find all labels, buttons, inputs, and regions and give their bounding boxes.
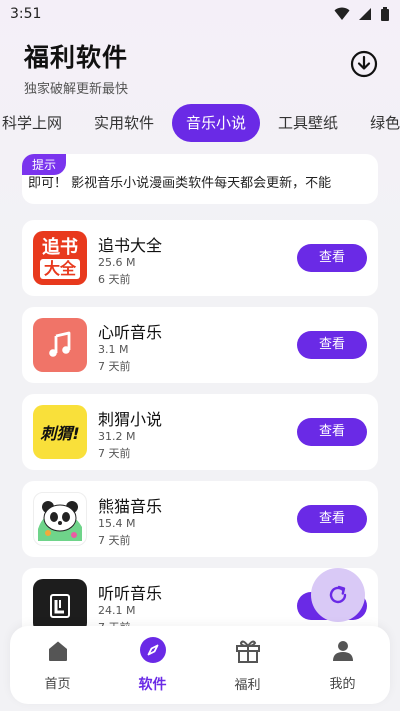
download-button[interactable]	[348, 48, 380, 80]
view-button[interactable]: 查看	[297, 418, 367, 446]
bottom-navigation: 首页 软件 福利 我的	[10, 626, 390, 704]
app-updated-time: 7 天前	[98, 534, 131, 547]
tingting-app-icon	[33, 579, 87, 633]
notice-text: 即可！ 影视音乐小说漫画类软件每天都会更新，不能	[28, 176, 332, 191]
tab-green-games[interactable]: 绿色游戏	[356, 104, 400, 142]
status-icons	[334, 6, 390, 22]
panda-app-icon	[33, 492, 87, 546]
nav-label: 首页	[44, 676, 71, 692]
notice-banner: 提示 即可！ 影视音乐小说漫画类软件每天都会更新，不能	[22, 154, 378, 204]
wifi-icon	[334, 7, 350, 20]
tab-science-internet[interactable]: 科学上网	[0, 104, 76, 142]
view-button[interactable]: 查看	[297, 331, 367, 359]
app-size: 31.2 M	[98, 430, 136, 443]
nav-label: 我的	[329, 676, 356, 692]
battery-icon	[381, 6, 389, 21]
compass-icon	[139, 637, 166, 663]
letter-l-icon	[50, 594, 70, 618]
ciwei-app-icon: 刺猬!	[33, 405, 87, 459]
list-item[interactable]: 追书 大全 追书大全 25.6 M 6 天前 查看	[22, 220, 378, 296]
status-time: 3:51	[10, 6, 42, 22]
nav-label: 福利	[234, 677, 261, 693]
nav-item-software[interactable]: 软件	[113, 636, 193, 694]
app-updated-time: 6 天前	[98, 273, 131, 286]
tab-tools-wallpaper[interactable]: 工具壁纸	[264, 104, 352, 142]
category-tabs: 科学上网 实用软件 音乐小说 工具壁纸 绿色游戏	[0, 104, 400, 142]
nav-label: 软件	[138, 677, 167, 693]
music-note-icon	[49, 331, 71, 357]
app-size: 15.4 M	[98, 517, 136, 530]
music-note-app-icon	[33, 318, 87, 372]
app-updated-time: 7 天前	[98, 447, 131, 460]
home-icon	[48, 641, 67, 661]
view-button[interactable]: 查看	[297, 505, 367, 533]
app-size: 25.6 M	[98, 256, 136, 269]
app-header: 福利软件 独家破解更新最快	[24, 38, 128, 97]
download-icon	[350, 50, 378, 78]
app-size: 24.1 M	[98, 604, 136, 617]
app-name: 追书大全	[98, 236, 163, 255]
user-icon	[332, 640, 353, 661]
zhuishu-icon-text-top: 追书	[42, 237, 78, 258]
refresh-icon	[329, 585, 347, 604]
zhuishu-icon-text-bottom: 大全	[39, 259, 80, 279]
page-subtitle: 独家破解更新最快	[24, 82, 129, 97]
panda-icon	[34, 493, 86, 545]
nav-item-welfare[interactable]: 福利	[208, 638, 288, 693]
nav-item-mine[interactable]: 我的	[303, 639, 383, 692]
app-name: 心听音乐	[98, 323, 163, 342]
list-item[interactable]: 心听音乐 3.1 M 7 天前 查看	[22, 307, 378, 383]
app-size: 3.1 M	[98, 343, 129, 356]
gift-icon	[235, 640, 260, 663]
app-name: 刺猬小说	[98, 410, 163, 429]
nav-item-home[interactable]: 首页	[18, 639, 98, 692]
signal-icon	[359, 8, 371, 20]
page-title: 福利软件	[24, 43, 129, 72]
ciwei-icon-text: 刺猬!	[40, 424, 80, 443]
list-item[interactable]: 熊猫音乐 15.4 M 7 天前 查看	[22, 481, 378, 557]
app-name: 听听音乐	[98, 584, 163, 603]
status-bar: 3:51	[0, 0, 400, 28]
view-button[interactable]: 查看	[297, 244, 367, 272]
list-item[interactable]: 刺猬! 刺猬小说 31.2 M 7 天前 查看	[22, 394, 378, 470]
app-name: 熊猫音乐	[98, 497, 163, 516]
refresh-button[interactable]	[311, 568, 365, 622]
tab-utility-software[interactable]: 实用软件	[80, 104, 168, 142]
zhuishu-app-icon: 追书 大全	[33, 231, 87, 285]
app-updated-time: 7 天前	[98, 360, 131, 373]
tab-music-novel[interactable]: 音乐小说	[172, 104, 261, 142]
